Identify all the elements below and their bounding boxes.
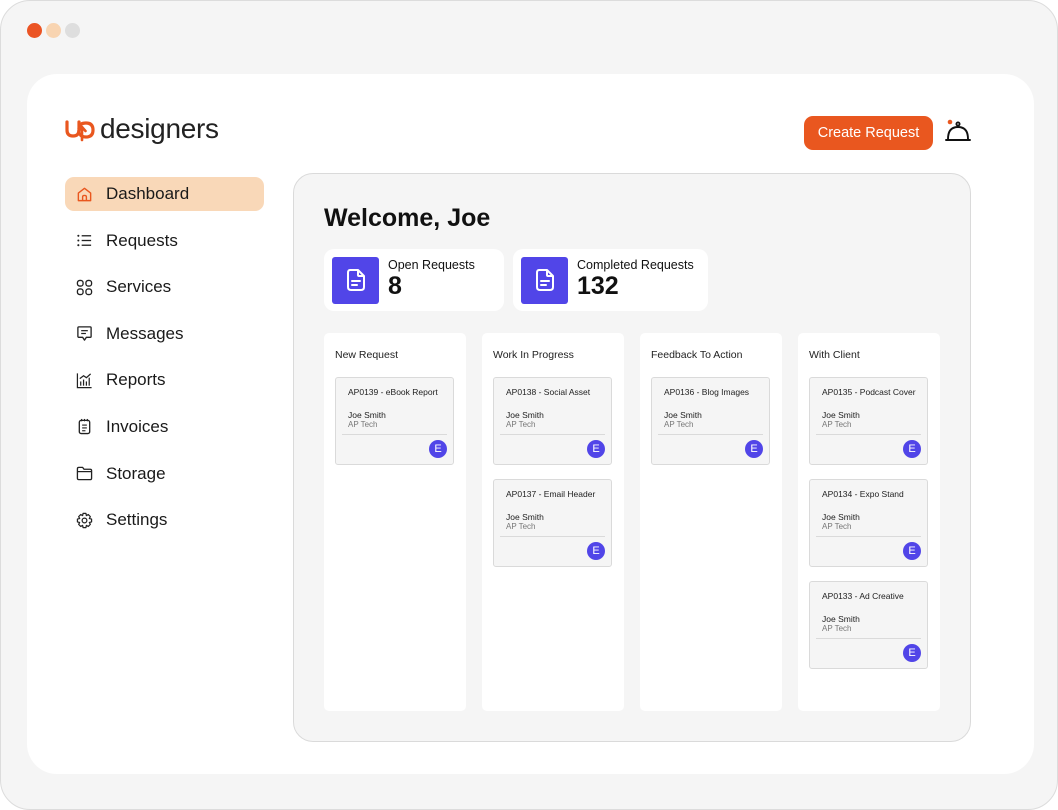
sidebar-item-dashboard[interactable]: Dashboard — [65, 177, 264, 211]
request-card[interactable]: AP0138 - Social Asset Joe Smith AP Tech … — [493, 377, 612, 465]
sidebar-item-label: Messages — [106, 323, 184, 343]
column-title: New Request — [335, 349, 399, 361]
card-client-name: Joe Smith — [506, 410, 544, 420]
column-title: Feedback To Action — [651, 349, 743, 361]
window-controls — [27, 23, 80, 38]
notification-dot — [947, 119, 953, 125]
sidebar-item-services[interactable]: Services — [65, 270, 264, 304]
card-title: AP0133 - Ad Creative — [822, 591, 904, 601]
open-requests-stat[interactable]: Open Requests 8 — [324, 249, 504, 311]
request-card[interactable]: AP0136 - Blog Images Joe Smith AP Tech E — [651, 377, 770, 465]
card-company: AP Tech — [822, 522, 852, 531]
card-title: AP0137 - Email Header — [506, 489, 596, 499]
column-new-request: New Request AP0139 - eBook Report Joe Sm… — [324, 333, 466, 711]
request-card[interactable]: AP0139 - eBook Report Joe Smith AP Tech … — [335, 377, 454, 465]
brand-name: designers — [100, 113, 219, 144]
kanban-board: New Request AP0139 - eBook Report Joe Sm… — [324, 333, 940, 711]
card-client-name: Joe Smith — [664, 410, 702, 420]
sidebar-item-label: Services — [106, 277, 172, 297]
card-divider — [342, 434, 447, 435]
sidebar-item-label: Dashboard — [106, 184, 190, 203]
assignee-avatar[interactable]: E — [587, 542, 605, 560]
card-divider — [500, 434, 605, 435]
close-window-button[interactable] — [27, 23, 42, 38]
request-card[interactable]: AP0135 - Podcast Cover Joe Smith AP Tech… — [809, 377, 928, 465]
card-client-name: Joe Smith — [822, 614, 860, 624]
column-title: With Client — [809, 349, 860, 361]
page-title: Welcome, Joe — [324, 204, 491, 232]
gear-icon — [75, 511, 93, 529]
card-company: AP Tech — [506, 420, 536, 429]
home-icon — [75, 185, 93, 203]
card-company: AP Tech — [822, 420, 852, 429]
card-client-name: Joe Smith — [506, 512, 544, 522]
assignee-avatar[interactable]: E — [903, 542, 921, 560]
document-icon — [332, 256, 379, 304]
card-divider — [816, 638, 921, 639]
column-with-client: With Client AP0135 - Podcast Cover Joe S… — [798, 333, 940, 711]
card-title: AP0139 - eBook Report — [348, 387, 438, 397]
request-card[interactable]: AP0134 - Expo Stand Joe Smith AP Tech E — [809, 479, 928, 567]
sidebar-item-invoices[interactable]: Invoices — [65, 410, 264, 444]
message-icon — [75, 325, 93, 343]
completed-requests-stat[interactable]: Completed Requests 132 — [513, 249, 708, 311]
card-client-name: Joe Smith — [822, 512, 860, 522]
app-container: designers Create Request Dashboard Reque… — [27, 74, 1034, 774]
sidebar-item-label: Requests — [106, 230, 178, 250]
request-card[interactable]: AP0137 - Email Header Joe Smith AP Tech … — [493, 479, 612, 567]
column-title: Work In Progress — [493, 349, 574, 361]
column-feedback-to-action: Feedback To Action AP0136 - Blog Images … — [640, 333, 782, 711]
card-client-name: Joe Smith — [822, 410, 860, 420]
stat-value: 132 — [577, 271, 619, 300]
service-bell-icon[interactable] — [944, 118, 972, 146]
sidebar-item-storage[interactable]: Storage — [65, 457, 264, 491]
folder-icon — [75, 465, 93, 483]
chart-icon — [75, 371, 93, 389]
assignee-avatar[interactable]: E — [903, 440, 921, 458]
browser-window: designers Create Request Dashboard Reque… — [0, 0, 1058, 810]
maximize-window-button[interactable] — [65, 23, 80, 38]
assignee-avatar[interactable]: E — [745, 440, 763, 458]
dashboard-panel: Welcome, Joe Open Requests 8 Completed R… — [293, 173, 971, 742]
card-company: AP Tech — [348, 420, 378, 429]
card-divider — [500, 536, 605, 537]
card-title: AP0138 - Social Asset — [506, 387, 591, 397]
stat-label: Completed Requests — [577, 258, 694, 273]
card-title: AP0134 - Expo Stand — [822, 489, 904, 499]
sidebar-nav: Dashboard Requests Services Messages Rep… — [65, 177, 264, 550]
sidebar-item-settings[interactable]: Settings — [65, 503, 264, 537]
sidebar-item-label: Reports — [106, 370, 166, 390]
stat-value: 8 — [388, 271, 402, 300]
invoice-icon — [75, 418, 93, 436]
assignee-avatar[interactable]: E — [587, 440, 605, 458]
card-company: AP Tech — [822, 624, 852, 633]
card-divider — [816, 536, 921, 537]
minimize-window-button[interactable] — [46, 23, 61, 38]
card-client-name: Joe Smith — [348, 410, 386, 420]
sidebar-item-requests[interactable]: Requests — [65, 224, 264, 258]
grid-icon — [75, 278, 93, 296]
sidebar-item-reports[interactable]: Reports — [65, 363, 264, 397]
sidebar-item-messages[interactable]: Messages — [65, 317, 264, 351]
list-icon — [75, 232, 93, 250]
create-request-button[interactable]: Create Request — [804, 116, 933, 150]
card-divider — [816, 434, 921, 435]
assignee-avatar[interactable]: E — [903, 644, 921, 662]
request-card[interactable]: AP0133 - Ad Creative Joe Smith AP Tech E — [809, 581, 928, 669]
card-company: AP Tech — [664, 420, 694, 429]
card-divider — [658, 434, 763, 435]
up-logo-icon — [65, 120, 95, 142]
document-icon — [521, 256, 568, 304]
card-title: AP0135 - Podcast Cover — [822, 387, 916, 397]
card-title: AP0136 - Blog Images — [664, 387, 750, 397]
sidebar-item-label: Storage — [106, 463, 166, 483]
sidebar-item-label: Settings — [106, 510, 168, 530]
column-work-in-progress: Work In Progress AP0138 - Social Asset J… — [482, 333, 624, 711]
card-company: AP Tech — [506, 522, 536, 531]
sidebar-item-label: Invoices — [106, 416, 169, 436]
logo[interactable]: designers — [65, 114, 219, 144]
assignee-avatar[interactable]: E — [429, 440, 447, 458]
stat-label: Open Requests — [388, 258, 475, 273]
